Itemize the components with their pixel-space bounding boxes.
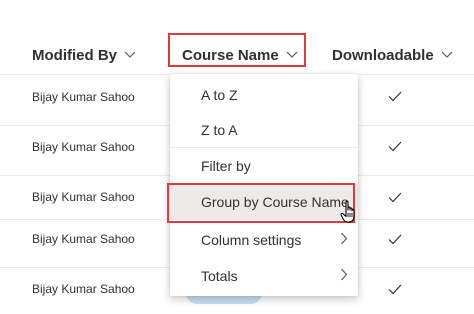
chevron-right-icon: [340, 232, 348, 248]
chevron-down-icon: [124, 45, 136, 62]
menu-item-label: Column settings: [201, 232, 302, 248]
menu-item-sort-z-to-a[interactable]: Z to A: [170, 112, 358, 148]
check-icon: [388, 139, 402, 157]
menu-item-label: A to Z: [201, 87, 238, 103]
menu-item-column-settings[interactable]: Column settings: [170, 222, 358, 258]
check-icon: [388, 190, 402, 208]
menu-item-totals[interactable]: Totals: [170, 258, 358, 294]
column-header-label: Modified By: [32, 47, 117, 64]
check-icon: [388, 89, 402, 107]
hand-pointer-icon: [340, 200, 358, 229]
check-icon: [388, 232, 402, 250]
menu-item-label: Z to A: [201, 122, 238, 138]
menu-item-sort-a-to-z[interactable]: A to Z: [170, 77, 358, 113]
column-header-modified-by[interactable]: Modified By: [32, 45, 136, 64]
group-by-highlight-box: [167, 183, 355, 223]
modified-by-cell: Bijay Kumar Sahoo: [32, 232, 135, 246]
course-name-highlight-box: [168, 33, 306, 67]
modified-by-cell: Bijay Kumar Sahoo: [32, 140, 135, 154]
modified-by-cell: Bijay Kumar Sahoo: [32, 90, 135, 104]
modified-by-cell: Bijay Kumar Sahoo: [32, 282, 135, 296]
menu-item-label: Filter by: [201, 158, 251, 174]
column-header-label: Downloadable: [332, 47, 434, 64]
chevron-right-icon: [340, 268, 348, 284]
modified-by-cell: Bijay Kumar Sahoo: [32, 190, 135, 204]
column-header-downloadable[interactable]: Downloadable: [332, 45, 453, 64]
check-icon: [388, 282, 402, 300]
menu-item-filter-by[interactable]: Filter by: [170, 148, 358, 184]
chevron-down-icon: [441, 45, 453, 62]
menu-item-label: Totals: [201, 268, 238, 284]
